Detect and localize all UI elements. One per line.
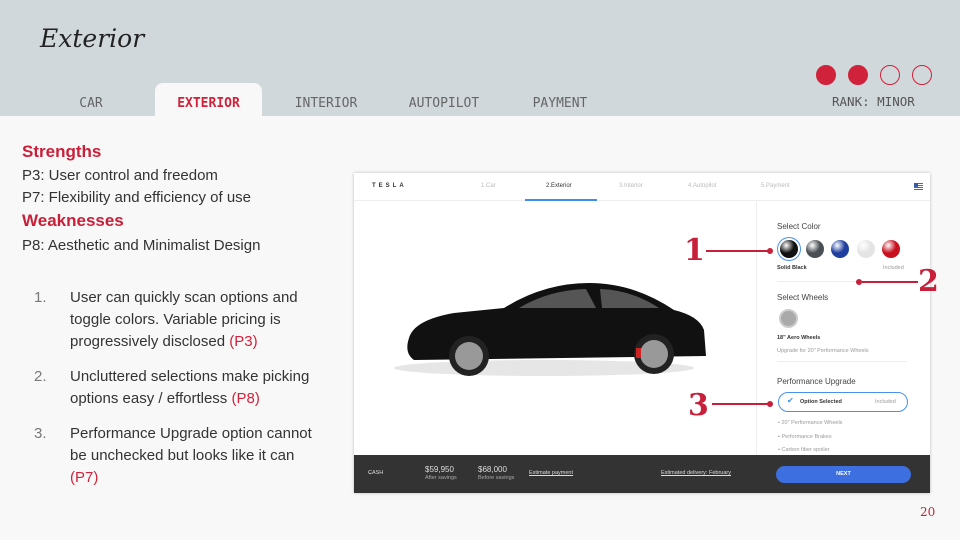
select-wheels-heading: Select Wheels bbox=[777, 293, 829, 302]
price-after-savings: $59,950 bbox=[425, 465, 454, 474]
page-title: Exterior bbox=[40, 24, 145, 53]
color-swatch-gray[interactable] bbox=[806, 240, 824, 258]
step-autopilot[interactable]: 4.Autopilot bbox=[688, 183, 716, 189]
heuristic-ref: (P8) bbox=[231, 390, 260, 407]
rank-dot-filled bbox=[848, 65, 868, 85]
strength-item: P7: Flexibility and efficiency of use bbox=[22, 189, 252, 206]
tesla-configurator-screenshot: TESLA 1.Car 2.Exterior 3.Interior 4.Auto… bbox=[354, 173, 930, 493]
configurator-nav: TESLA 1.Car 2.Exterior 3.Interior 4.Auto… bbox=[354, 173, 930, 201]
option-price: Included bbox=[875, 399, 896, 405]
rank-dot-empty bbox=[880, 65, 900, 85]
annotation-dot bbox=[856, 279, 862, 285]
active-step-indicator bbox=[525, 199, 597, 201]
checkmark-icon: ✔ bbox=[787, 396, 794, 405]
rank-dot-empty bbox=[912, 65, 932, 85]
tesla-logo: TESLA bbox=[372, 183, 407, 189]
step-interior[interactable]: 3.Interior bbox=[619, 183, 643, 189]
options-panel: Select Color Solid Black Included Select… bbox=[756, 201, 930, 455]
us-flag-icon[interactable] bbox=[914, 183, 923, 190]
step-exterior[interactable]: 2.Exterior bbox=[546, 183, 572, 189]
wheel-name: 18" Aero Wheels bbox=[777, 335, 821, 341]
wheel-upgrade: Upgrade for 20" Performance Wheels bbox=[777, 348, 869, 354]
strengths-heading: Strengths bbox=[22, 142, 102, 161]
tab-autopilot[interactable]: AUTOPILOT bbox=[395, 83, 493, 116]
color-swatch-black[interactable] bbox=[780, 240, 798, 258]
divider bbox=[777, 361, 907, 362]
color-swatch-blue[interactable] bbox=[831, 240, 849, 258]
feature-item: • Performance Brakes bbox=[778, 434, 832, 440]
step-payment[interactable]: 5.Payment bbox=[761, 183, 790, 189]
rank-dot-filled bbox=[816, 65, 836, 85]
delivery-link[interactable]: Estimated delivery: February bbox=[661, 470, 731, 476]
color-price: Included bbox=[883, 265, 904, 271]
wheel-option[interactable] bbox=[779, 309, 798, 328]
tab-payment[interactable]: PAYMENT bbox=[515, 83, 605, 116]
bottom-bar: CASH ⌄ $59,950 After savings $68,000 Bef… bbox=[354, 455, 930, 493]
tab-interior[interactable]: INTERIOR bbox=[280, 83, 372, 116]
list-number: 3. bbox=[34, 425, 47, 442]
color-swatch-red[interactable] bbox=[882, 240, 900, 258]
list-item: 3. Performance Upgrade option cannot be u… bbox=[34, 423, 324, 489]
selected-color-name: Solid Black bbox=[777, 265, 807, 271]
feature-item: • 20" Performance Wheels bbox=[778, 420, 843, 426]
color-swatch-white[interactable] bbox=[857, 240, 875, 258]
list-number: 2. bbox=[34, 368, 47, 385]
price-after-label: After savings bbox=[425, 475, 457, 481]
feature-item: • Carbon fiber spoiler bbox=[778, 447, 830, 453]
annotation-2: 2 bbox=[918, 264, 939, 299]
heuristic-ref: (P3) bbox=[229, 333, 258, 350]
heuristic-ref: (P7) bbox=[70, 469, 99, 486]
list-item: 2. Uncluttered selections make picking op… bbox=[34, 366, 324, 410]
select-color-heading: Select Color bbox=[777, 222, 821, 231]
step-car[interactable]: 1.Car bbox=[481, 183, 496, 189]
annotation-line bbox=[862, 281, 918, 283]
next-button[interactable]: NEXT bbox=[776, 466, 911, 483]
page-number: 20 bbox=[920, 505, 936, 519]
tab-exterior[interactable]: EXTERIOR bbox=[155, 83, 262, 116]
estimate-payment-link[interactable]: Estimate payment bbox=[529, 470, 573, 476]
list-text: Performance Upgrade option cannot be unc… bbox=[70, 425, 312, 464]
tab-car[interactable]: CAR bbox=[55, 83, 127, 116]
rank-label: RANK: MINOR bbox=[832, 94, 915, 109]
list-number: 1. bbox=[34, 289, 47, 306]
list-text: Uncluttered selections make picking opti… bbox=[70, 368, 310, 407]
car-image bbox=[394, 283, 706, 376]
strength-item: P3: User control and freedom bbox=[22, 167, 218, 184]
list-text: User can quickly scan options and toggle… bbox=[70, 289, 298, 350]
price-before-label: Before savings bbox=[478, 475, 515, 481]
performance-option-toggle[interactable]: ✔ Option Selected Included bbox=[778, 392, 908, 412]
list-item: 1. User can quickly scan options and togg… bbox=[34, 287, 324, 353]
annotation-3: 3 bbox=[688, 388, 709, 423]
annotation-dot bbox=[767, 401, 773, 407]
price-before-savings: $68,000 bbox=[478, 465, 507, 474]
weakness-item: P8: Aesthetic and Minimalist Design bbox=[22, 237, 261, 254]
annotation-1: 1 bbox=[684, 233, 705, 268]
performance-upgrade-heading: Performance Upgrade bbox=[777, 377, 856, 386]
payment-type-dropdown[interactable]: CASH ⌄ bbox=[368, 470, 383, 476]
annotation-line bbox=[712, 403, 770, 405]
weaknesses-heading: Weaknesses bbox=[22, 211, 124, 230]
annotation-line bbox=[706, 250, 770, 252]
option-label: Option Selected bbox=[800, 399, 842, 405]
annotation-dot bbox=[767, 248, 773, 254]
